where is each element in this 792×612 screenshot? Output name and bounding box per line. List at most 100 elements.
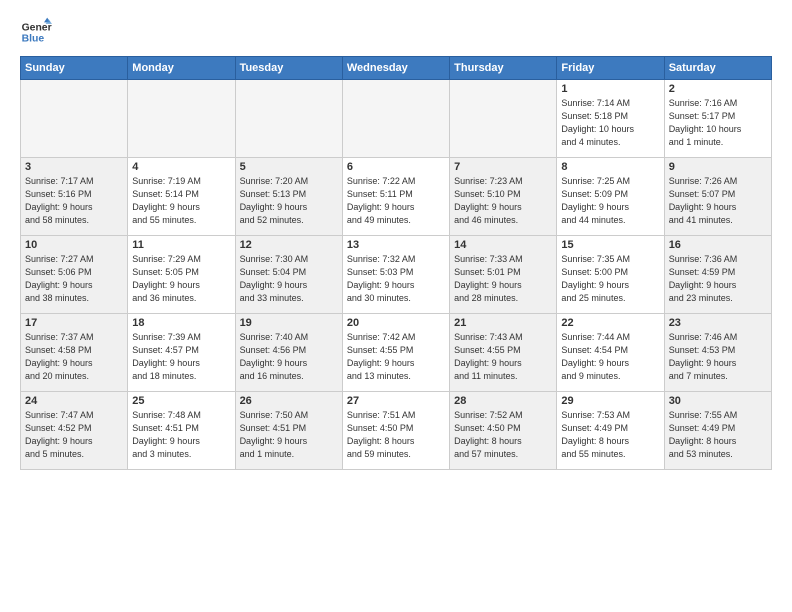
day-cell: 28 Sunrise: 7:52 AM Sunset: 4:50 PM Dayli…: [450, 392, 557, 470]
day-cell: 24 Sunrise: 7:47 AM Sunset: 4:52 PM Dayli…: [21, 392, 128, 470]
day-info: Sunrise: 7:29 AM Sunset: 5:05 PM Dayligh…: [132, 253, 230, 305]
day-number: 13: [347, 239, 445, 251]
day-info: Sunrise: 7:47 AM Sunset: 4:52 PM Dayligh…: [25, 409, 123, 461]
day-number: 7: [454, 161, 552, 173]
day-number: 2: [669, 83, 767, 95]
day-cell: [342, 80, 449, 158]
day-info: Sunrise: 7:43 AM Sunset: 4:55 PM Dayligh…: [454, 331, 552, 383]
day-info: Sunrise: 7:19 AM Sunset: 5:14 PM Dayligh…: [132, 175, 230, 227]
day-cell: 22 Sunrise: 7:44 AM Sunset: 4:54 PM Dayli…: [557, 314, 664, 392]
day-info: Sunrise: 7:39 AM Sunset: 4:57 PM Dayligh…: [132, 331, 230, 383]
svg-text:Blue: Blue: [22, 34, 45, 45]
day-cell: 11 Sunrise: 7:29 AM Sunset: 5:05 PM Dayli…: [128, 236, 235, 314]
weekday-header-row: SundayMondayTuesdayWednesdayThursdayFrid…: [21, 57, 772, 80]
day-cell: 30 Sunrise: 7:55 AM Sunset: 4:49 PM Dayli…: [664, 392, 771, 470]
day-info: Sunrise: 7:16 AM Sunset: 5:17 PM Dayligh…: [669, 97, 767, 149]
day-info: Sunrise: 7:22 AM Sunset: 5:11 PM Dayligh…: [347, 175, 445, 227]
day-info: Sunrise: 7:33 AM Sunset: 5:01 PM Dayligh…: [454, 253, 552, 305]
week-row-1: 1Sunrise: 7:14 AM Sunset: 5:18 PM Daylig…: [21, 80, 772, 158]
week-row-5: 24 Sunrise: 7:47 AM Sunset: 4:52 PM Dayli…: [21, 392, 772, 470]
day-cell: 10Sunrise: 7:27 AM Sunset: 5:06 PM Dayli…: [21, 236, 128, 314]
header: General Blue: [20, 16, 772, 48]
day-cell: 9 Sunrise: 7:26 AM Sunset: 5:07 PM Daylig…: [664, 158, 771, 236]
day-number: 3: [25, 161, 123, 173]
day-number: 20: [347, 317, 445, 329]
day-info: Sunrise: 7:53 AM Sunset: 4:49 PM Dayligh…: [561, 409, 659, 461]
day-number: 15: [561, 239, 659, 251]
day-cell: 25 Sunrise: 7:48 AM Sunset: 4:51 PM Dayli…: [128, 392, 235, 470]
day-number: 30: [669, 395, 767, 407]
day-info: Sunrise: 7:20 AM Sunset: 5:13 PM Dayligh…: [240, 175, 338, 227]
day-cell: [450, 80, 557, 158]
day-cell: 17Sunrise: 7:37 AM Sunset: 4:58 PM Dayli…: [21, 314, 128, 392]
day-info: Sunrise: 7:26 AM Sunset: 5:07 PM Dayligh…: [669, 175, 767, 227]
day-number: 9: [669, 161, 767, 173]
day-cell: 7 Sunrise: 7:23 AM Sunset: 5:10 PM Daylig…: [450, 158, 557, 236]
day-cell: [21, 80, 128, 158]
day-cell: 8 Sunrise: 7:25 AM Sunset: 5:09 PM Daylig…: [557, 158, 664, 236]
day-number: 29: [561, 395, 659, 407]
day-number: 27: [347, 395, 445, 407]
day-info: Sunrise: 7:30 AM Sunset: 5:04 PM Dayligh…: [240, 253, 338, 305]
calendar-table: SundayMondayTuesdayWednesdayThursdayFrid…: [20, 56, 772, 470]
day-cell: 13Sunrise: 7:32 AM Sunset: 5:03 PM Dayli…: [342, 236, 449, 314]
weekday-header-monday: Monday: [128, 57, 235, 80]
logo-icon: General Blue: [20, 16, 52, 48]
day-number: 16: [669, 239, 767, 251]
day-number: 23: [669, 317, 767, 329]
day-cell: [128, 80, 235, 158]
day-number: 8: [561, 161, 659, 173]
week-row-2: 3 Sunrise: 7:17 AM Sunset: 5:16 PM Daylig…: [21, 158, 772, 236]
day-info: Sunrise: 7:44 AM Sunset: 4:54 PM Dayligh…: [561, 331, 659, 383]
day-info: Sunrise: 7:51 AM Sunset: 4:50 PM Dayligh…: [347, 409, 445, 461]
svg-text:General: General: [22, 22, 52, 33]
day-info: Sunrise: 7:36 AM Sunset: 4:59 PM Dayligh…: [669, 253, 767, 305]
day-info: Sunrise: 7:37 AM Sunset: 4:58 PM Dayligh…: [25, 331, 123, 383]
day-cell: 5Sunrise: 7:20 AM Sunset: 5:13 PM Daylig…: [235, 158, 342, 236]
weekday-header-tuesday: Tuesday: [235, 57, 342, 80]
day-info: Sunrise: 7:50 AM Sunset: 4:51 PM Dayligh…: [240, 409, 338, 461]
day-info: Sunrise: 7:42 AM Sunset: 4:55 PM Dayligh…: [347, 331, 445, 383]
day-cell: 2 Sunrise: 7:16 AM Sunset: 5:17 PM Daylig…: [664, 80, 771, 158]
day-cell: 21 Sunrise: 7:43 AM Sunset: 4:55 PM Dayli…: [450, 314, 557, 392]
day-number: 28: [454, 395, 552, 407]
day-number: 14: [454, 239, 552, 251]
day-cell: [235, 80, 342, 158]
day-number: 11: [132, 239, 230, 251]
day-number: 12: [240, 239, 338, 251]
week-row-3: 10Sunrise: 7:27 AM Sunset: 5:06 PM Dayli…: [21, 236, 772, 314]
day-info: Sunrise: 7:25 AM Sunset: 5:09 PM Dayligh…: [561, 175, 659, 227]
day-cell: 6 Sunrise: 7:22 AM Sunset: 5:11 PM Daylig…: [342, 158, 449, 236]
day-cell: 3 Sunrise: 7:17 AM Sunset: 5:16 PM Daylig…: [21, 158, 128, 236]
day-number: 19: [240, 317, 338, 329]
day-info: Sunrise: 7:46 AM Sunset: 4:53 PM Dayligh…: [669, 331, 767, 383]
day-cell: 20 Sunrise: 7:42 AM Sunset: 4:55 PM Dayli…: [342, 314, 449, 392]
day-number: 22: [561, 317, 659, 329]
day-number: 26: [240, 395, 338, 407]
day-info: Sunrise: 7:23 AM Sunset: 5:10 PM Dayligh…: [454, 175, 552, 227]
logo: General Blue: [20, 16, 52, 48]
page-container: General Blue SundayMondayTuesdayWednesda…: [0, 0, 792, 480]
day-info: Sunrise: 7:35 AM Sunset: 5:00 PM Dayligh…: [561, 253, 659, 305]
day-cell: 18Sunrise: 7:39 AM Sunset: 4:57 PM Dayli…: [128, 314, 235, 392]
day-number: 25: [132, 395, 230, 407]
day-info: Sunrise: 7:52 AM Sunset: 4:50 PM Dayligh…: [454, 409, 552, 461]
weekday-header-wednesday: Wednesday: [342, 57, 449, 80]
day-cell: 15 Sunrise: 7:35 AM Sunset: 5:00 PM Dayli…: [557, 236, 664, 314]
day-cell: 26 Sunrise: 7:50 AM Sunset: 4:51 PM Dayli…: [235, 392, 342, 470]
weekday-header-friday: Friday: [557, 57, 664, 80]
day-cell: 29 Sunrise: 7:53 AM Sunset: 4:49 PM Dayli…: [557, 392, 664, 470]
day-info: Sunrise: 7:14 AM Sunset: 5:18 PM Dayligh…: [561, 97, 659, 149]
day-info: Sunrise: 7:48 AM Sunset: 4:51 PM Dayligh…: [132, 409, 230, 461]
day-number: 6: [347, 161, 445, 173]
day-cell: 23 Sunrise: 7:46 AM Sunset: 4:53 PM Dayli…: [664, 314, 771, 392]
day-info: Sunrise: 7:55 AM Sunset: 4:49 PM Dayligh…: [669, 409, 767, 461]
day-info: Sunrise: 7:17 AM Sunset: 5:16 PM Dayligh…: [25, 175, 123, 227]
day-cell: 14 Sunrise: 7:33 AM Sunset: 5:01 PM Dayli…: [450, 236, 557, 314]
day-cell: 19Sunrise: 7:40 AM Sunset: 4:56 PM Dayli…: [235, 314, 342, 392]
day-number: 24: [25, 395, 123, 407]
weekday-header-sunday: Sunday: [21, 57, 128, 80]
weekday-header-thursday: Thursday: [450, 57, 557, 80]
day-number: 21: [454, 317, 552, 329]
day-number: 4: [132, 161, 230, 173]
